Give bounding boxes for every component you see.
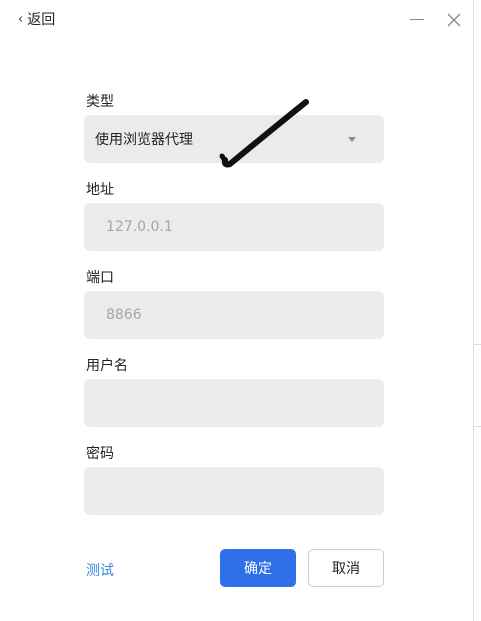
username-field[interactable] [84, 379, 384, 427]
address-input[interactable] [104, 218, 364, 236]
username-input[interactable] [104, 394, 364, 412]
back-button[interactable]: ‹ 返回 [18, 9, 55, 29]
ok-button[interactable]: 确定 [220, 549, 296, 587]
port-label: 端口 [86, 270, 114, 286]
address-field[interactable] [84, 203, 384, 251]
port-field[interactable] [84, 291, 384, 339]
password-field[interactable] [84, 467, 384, 515]
password-input[interactable] [104, 482, 364, 500]
close-icon[interactable] [446, 12, 462, 28]
proxy-type-select[interactable]: 使用浏览器代理 [84, 115, 384, 163]
cancel-button[interactable]: 取消 [308, 549, 384, 587]
type-label: 类型 [86, 94, 114, 110]
back-label: 返回 [27, 12, 56, 28]
password-label: 密码 [86, 446, 114, 462]
edge-divider [474, 344, 481, 345]
caret-down-icon [348, 136, 356, 142]
proxy-type-value: 使用浏览器代理 [95, 132, 193, 148]
port-input[interactable] [104, 306, 364, 324]
username-label: 用户名 [86, 358, 128, 374]
chevron-left-icon: ‹ [18, 11, 24, 27]
proxy-settings-dialog: ‹ 返回 类型 使用浏览器代理 地址 端口 用户名 密码 测试 确定 [0, 0, 473, 621]
proxy-settings-page: ‹ 返回 类型 使用浏览器代理 地址 端口 用户名 密码 测试 确定 [0, 0, 481, 621]
background-window-edge [473, 0, 481, 621]
edge-divider [474, 426, 481, 427]
minimize-icon[interactable] [410, 19, 424, 20]
test-link[interactable]: 测试 [86, 560, 114, 580]
address-label: 地址 [86, 182, 114, 198]
